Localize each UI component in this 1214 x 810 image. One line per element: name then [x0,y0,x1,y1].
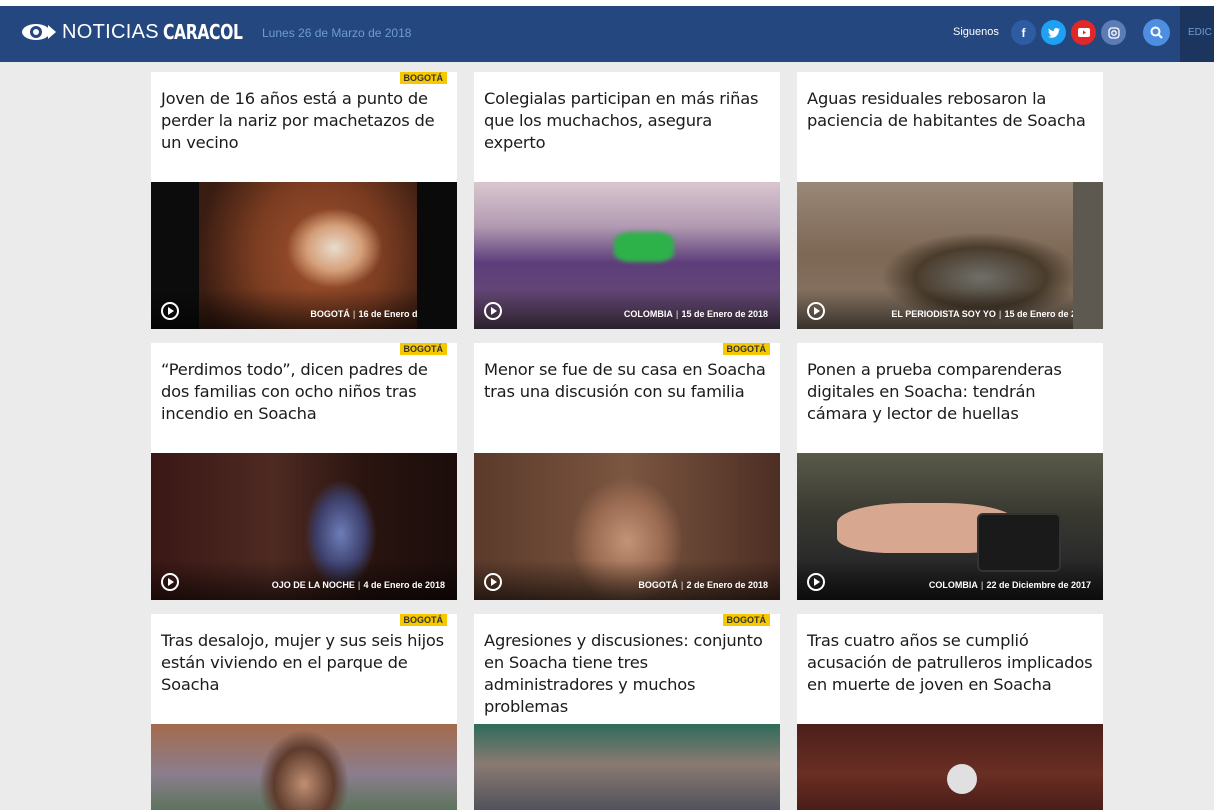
news-thumbnail[interactable] [474,724,780,810]
brand-noticias: NOTICIAS [62,20,159,43]
play-icon[interactable] [484,302,502,320]
news-meta: BOGOTÁ | 2 de Enero de 2018 [638,580,768,590]
play-icon[interactable] [807,573,825,591]
news-card[interactable]: Ponen a prueba comparenderas digitales e… [797,343,1103,600]
news-meta: COLOMBIA | 15 de Enero de 2018 [623,309,768,319]
news-card[interactable]: BOGOTÁ Menor se fue de su casa en Soacha… [474,343,780,600]
news-card[interactable]: BOGOTÁ “Perdimos todo”, dicen padres de … [151,343,457,600]
news-title[interactable]: Agresiones y discusiones: conjunto en So… [484,630,770,718]
news-card[interactable]: BOGOTÁ Tras desalojo, mujer y sus seis h… [151,614,457,810]
instagram-icon[interactable] [1101,20,1126,45]
news-card[interactable]: BOGOTÁ Agresiones y discusiones: conjunt… [474,614,780,810]
news-meta: BOGOTÁ | 16 de Enero de 2018 [310,309,445,319]
caracol-eye-icon [22,24,56,40]
news-title[interactable]: Colegialas participan en más riñas que l… [484,88,770,154]
top-bar: NOTICIAS CARACOL Lunes 26 de Marzo de 20… [0,0,1214,62]
play-icon[interactable] [807,302,825,320]
news-thumbnail[interactable]: EL PERIODISTA SOY YO | 15 de Enero de 2018 [797,182,1103,329]
category-tag[interactable]: BOGOTÁ [399,72,447,84]
news-meta: COLOMBIA | 22 de Diciembre de 2017 [928,580,1091,590]
news-meta: EL PERIODISTA SOY YO | 15 de Enero de 2018 [891,309,1091,319]
news-title[interactable]: Joven de 16 años está a punto de perder … [161,88,447,154]
news-thumbnail[interactable]: COLOMBIA | 15 de Enero de 2018 [474,182,780,329]
play-icon[interactable] [161,302,179,320]
youtube-icon[interactable] [1071,20,1096,45]
news-card[interactable]: Colegialas participan en más riñas que l… [474,72,780,329]
follow-label: Siguenos [953,26,999,38]
news-card[interactable]: Tras cuatro años se cumplió acusación de… [797,614,1103,810]
news-title[interactable]: Tras cuatro años se cumplió acusación de… [807,630,1093,696]
play-icon[interactable] [161,573,179,591]
play-icon[interactable] [484,573,502,591]
category-tag[interactable]: BOGOTÁ [722,614,770,626]
facebook-icon[interactable]: f [1011,20,1036,45]
news-title[interactable]: Menor se fue de su casa en Soacha tras u… [484,359,770,403]
news-meta: OJO DE LA NOCHE | 4 de Enero de 2018 [271,580,445,590]
brand-caracol: CARACOL [162,20,243,44]
news-thumbnail[interactable]: BOGOTÁ | 16 de Enero de 2018 [151,182,457,329]
news-thumbnail[interactable]: COLOMBIA | 22 de Diciembre de 2017 [797,453,1103,600]
category-tag[interactable]: BOGOTÁ [399,343,447,355]
news-title[interactable]: “Perdimos todo”, dicen padres de dos fam… [161,359,447,425]
twitter-icon[interactable] [1041,20,1066,45]
current-date: Lunes 26 de Marzo de 2018 [262,26,412,40]
category-tag[interactable]: BOGOTÁ [722,343,770,355]
news-thumbnail[interactable] [797,724,1103,810]
news-thumbnail[interactable]: OJO DE LA NOCHE | 4 de Enero de 2018 [151,453,457,600]
news-title[interactable]: Tras desalojo, mujer y sus seis hijos es… [161,630,447,696]
news-card[interactable]: BOGOTÁ Joven de 16 años está a punto de … [151,72,457,329]
news-title[interactable]: Aguas residuales rebosaron la paciencia … [807,88,1093,132]
news-title[interactable]: Ponen a prueba comparenderas digitales e… [807,359,1093,425]
brand-logo[interactable]: NOTICIAS CARACOL [18,20,265,44]
category-tag[interactable]: BOGOTÁ [399,614,447,626]
news-thumbnail[interactable]: BOGOTÁ | 2 de Enero de 2018 [474,453,780,600]
news-thumbnail[interactable] [151,724,457,810]
news-card[interactable]: Aguas residuales rebosaron la paciencia … [797,72,1103,329]
edition-label[interactable]: EDIC [1188,27,1212,38]
search-icon[interactable] [1143,19,1170,46]
